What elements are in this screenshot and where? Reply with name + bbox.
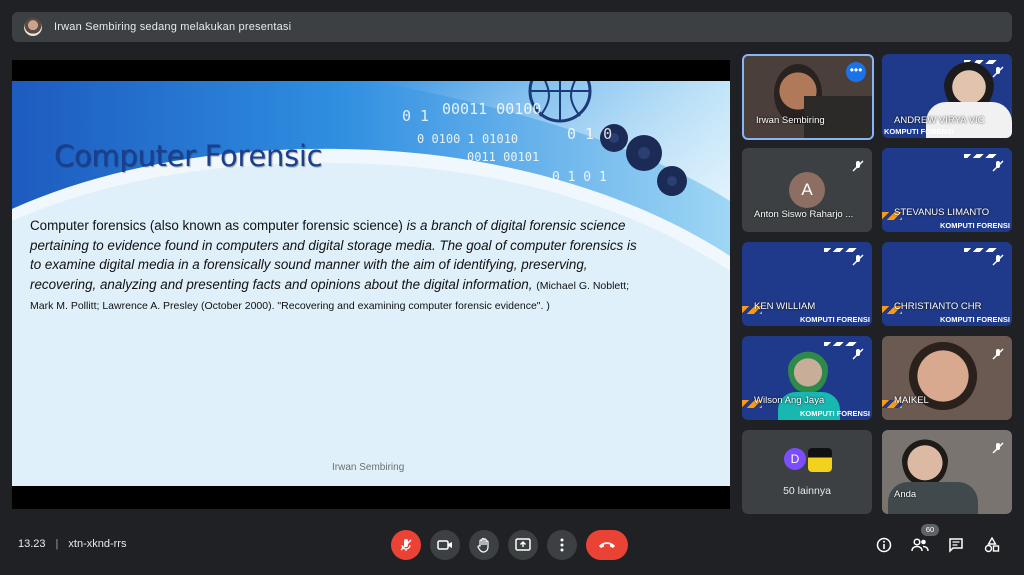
mic-toggle-button[interactable]	[391, 530, 421, 560]
leave-call-button[interactable]	[586, 530, 628, 560]
tile-participant[interactable]: STEVANUS LIMANTO KOMPUTI FORENSI	[882, 148, 1012, 232]
mic-off-icon	[400, 539, 412, 551]
art-digits-4: 0 0100 1 01010	[417, 132, 518, 146]
tile-participant[interactable]: Wilson Ang Jaya KOMPUTI FORENSI	[742, 336, 872, 420]
tile-self[interactable]: Anda	[882, 430, 1012, 514]
presenting-banner: Irwan Sembiring sedang melakukan present…	[12, 12, 1012, 42]
chat-icon	[949, 538, 963, 553]
people-icon	[911, 538, 929, 552]
mic-off-icon	[852, 348, 864, 360]
more-options-icon[interactable]: •••	[846, 62, 866, 82]
mic-off-icon	[852, 160, 864, 172]
participant-video	[788, 346, 828, 394]
art-digits-5: 0011 00101	[467, 150, 539, 164]
tile-participant[interactable]: ANDREW VIRYA VIC KOMPUTI FORENSI	[882, 54, 1012, 138]
more-vert-icon	[560, 538, 564, 552]
activities-button[interactable]	[982, 535, 1002, 555]
participant-avatar: A	[789, 172, 825, 208]
people-count-badge: 60	[921, 524, 939, 536]
presentation-slide: 0 1 00011 00100 0 1 0 0 0100 1 01010 001…	[12, 81, 730, 486]
tile-others[interactable]: D 50 lainnya	[742, 430, 872, 514]
meeting-info: 13.23 | xtn-xknd-rrs	[18, 538, 126, 550]
tile-name: MAIKEL	[894, 395, 929, 406]
mic-off-icon	[992, 442, 1004, 454]
tile-brand: KOMPUTI FORENSI	[939, 315, 1010, 324]
people-button[interactable]	[910, 535, 930, 555]
presentation-stage[interactable]: 0 1 00011 00100 0 1 0 0 0100 1 01010 001…	[12, 60, 730, 509]
art-digits-2: 00011 00100	[442, 100, 541, 118]
meeting-details-button[interactable]	[874, 535, 894, 555]
hand-icon	[477, 537, 489, 553]
tile-name: KEN WILLIAM	[754, 301, 816, 312]
presenting-text: Irwan Sembiring sedang melakukan present…	[54, 21, 292, 33]
self-video	[902, 432, 948, 488]
art-digits-1: 0 1	[402, 107, 429, 125]
participant-avatar: D	[784, 448, 806, 470]
presenter-avatar	[24, 18, 42, 36]
tile-name: STEVANUS LIMANTO	[894, 207, 990, 218]
tile-name: Wilson Ang Jaya	[754, 395, 825, 406]
info-icon	[876, 537, 892, 553]
slide-footer: Irwan Sembiring	[332, 462, 405, 473]
tile-participant[interactable]: CHRISTIANTO CHR KOMPUTI FORENSI	[882, 242, 1012, 326]
art-digits-6: 0 1 0 1	[552, 170, 607, 185]
tile-brand: KOMPUTI FORENSI	[939, 221, 1010, 230]
stripes-decoration	[964, 248, 998, 252]
hang-up-icon	[599, 542, 615, 548]
clock-time: 13.23	[18, 538, 46, 550]
separator: |	[55, 538, 59, 550]
tile-brand: KOMPUTI FORENSI	[799, 315, 870, 324]
tile-brand: KOMPUTI FORENSI	[799, 409, 870, 418]
tile-brand: KOMPUTI FORENSI	[884, 127, 955, 136]
tile-name: Anda	[894, 489, 917, 500]
tile-participant[interactable]: KEN WILLIAM KOMPUTI FORENSI	[742, 242, 872, 326]
tile-participant[interactable]: MAIKEL	[882, 336, 1012, 420]
mic-off-icon	[992, 160, 1004, 172]
participant-avatar-image	[808, 448, 832, 472]
stripes-decoration	[964, 154, 998, 158]
camera-toggle-button[interactable]	[430, 530, 460, 560]
slide-body: Computer forensics (also known as comput…	[30, 216, 640, 315]
tile-presenter[interactable]: ••• Irwan Sembiring	[742, 54, 874, 140]
stripes-decoration	[824, 248, 858, 252]
present-screen-button[interactable]	[508, 530, 538, 560]
mic-off-icon	[992, 66, 1004, 78]
shapes-icon	[984, 537, 1000, 553]
present-icon	[515, 538, 531, 551]
tile-participant[interactable]: A Anton Siswo Raharjo ...	[742, 148, 872, 232]
mic-off-icon	[992, 348, 1004, 360]
meeting-code: xtn-xknd-rrs	[68, 538, 127, 550]
stripes-decoration	[824, 342, 858, 346]
mic-off-icon	[852, 254, 864, 266]
camera-icon	[437, 540, 452, 550]
others-count-label: 50 lainnya	[783, 485, 831, 497]
tile-name: Irwan Sembiring	[756, 115, 825, 126]
tile-name: Anton Siswo Raharjo ...	[754, 209, 854, 220]
mic-off-icon	[992, 254, 1004, 266]
slide-title: Computer Forensic	[54, 139, 323, 173]
more-options-button[interactable]	[547, 530, 577, 560]
tile-name: CHRISTIANTO CHR	[894, 301, 982, 312]
raise-hand-button[interactable]	[469, 530, 499, 560]
slide-body-plain: Computer forensics (also known as comput…	[30, 218, 407, 233]
art-digits-3: 0 1 0	[567, 125, 612, 143]
chat-button[interactable]	[946, 535, 966, 555]
tile-name: ANDREW VIRYA VIC	[894, 115, 985, 126]
